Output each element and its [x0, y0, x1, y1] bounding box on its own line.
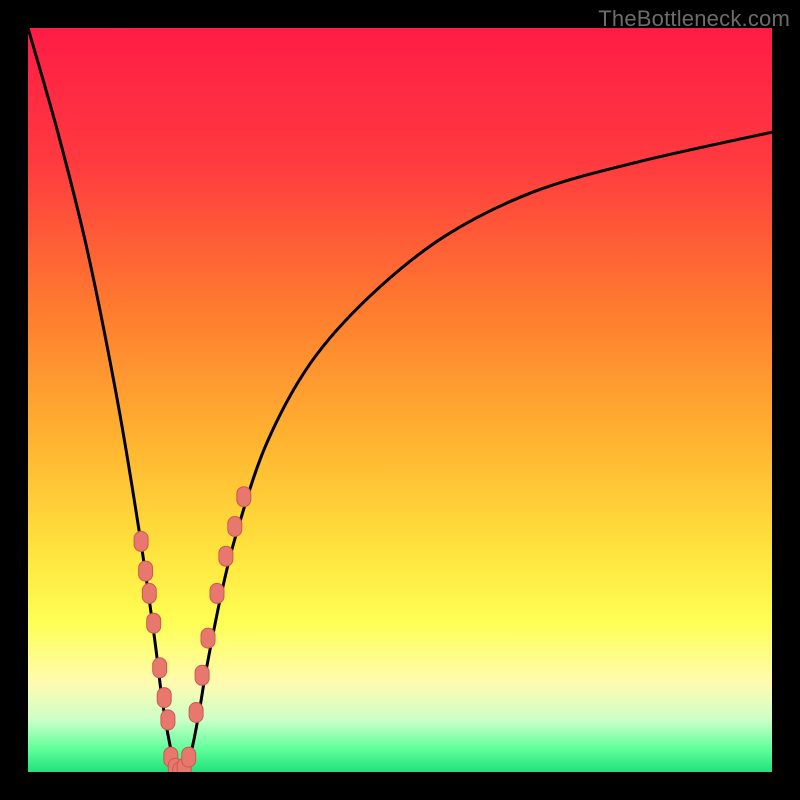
- data-point: [147, 613, 161, 633]
- data-point: [182, 747, 196, 767]
- data-point: [134, 531, 148, 551]
- bottleneck-curve: [28, 28, 772, 772]
- data-point: [139, 561, 153, 581]
- data-point: [201, 628, 215, 648]
- plot-area: [28, 28, 772, 772]
- data-point: [195, 665, 209, 685]
- data-point: [142, 583, 156, 603]
- data-point: [189, 703, 203, 723]
- chart-svg: [28, 28, 772, 772]
- data-point: [237, 487, 251, 507]
- data-point: [228, 517, 242, 537]
- data-point: [210, 583, 224, 603]
- data-point: [161, 710, 175, 730]
- data-point: [157, 688, 171, 708]
- marker-layer: [134, 487, 251, 772]
- data-point: [219, 546, 233, 566]
- data-point: [153, 658, 167, 678]
- watermark-text: TheBottleneck.com: [598, 6, 790, 32]
- outer-frame: TheBottleneck.com: [0, 0, 800, 800]
